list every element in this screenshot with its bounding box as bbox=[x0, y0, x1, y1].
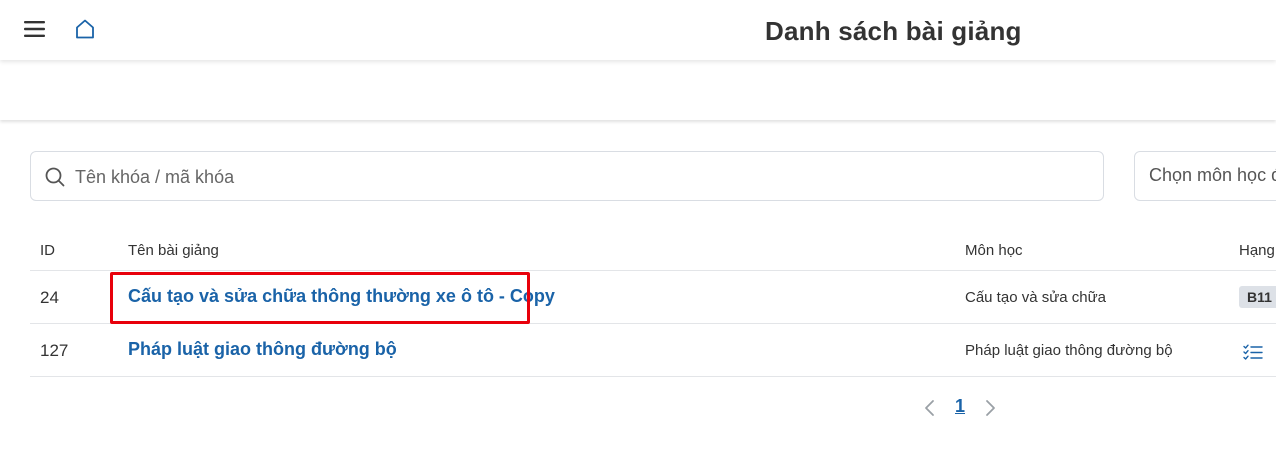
checklist-icon[interactable] bbox=[1243, 344, 1263, 360]
chevron-right-icon[interactable] bbox=[982, 398, 998, 418]
table-header: ID Tên bài giảng Môn học Hạng bbox=[30, 228, 1276, 271]
column-header-name: Tên bài giảng bbox=[128, 242, 219, 259]
search-input[interactable] bbox=[75, 164, 975, 190]
table-row: 24 Cấu tạo và sửa chữa thông thường xe ô… bbox=[30, 271, 1276, 324]
column-header-id: ID bbox=[40, 242, 55, 259]
column-header-rank: Hạng bbox=[1239, 242, 1275, 259]
row-subject: Cấu tạo và sửa chữa bbox=[965, 289, 1106, 306]
subject-select[interactable]: Chọn môn học đ bbox=[1134, 151, 1276, 201]
page-title: Danh sách bài giảng bbox=[765, 16, 1022, 46]
home-icon[interactable] bbox=[74, 18, 96, 40]
lecture-name-link[interactable]: Cấu tạo và sửa chữa thông thường xe ô tô… bbox=[128, 286, 555, 307]
table-row: 127 Pháp luật giao thông đường bộ Pháp l… bbox=[30, 324, 1276, 377]
top-bar: Danh sách bài giảng bbox=[0, 0, 1276, 60]
lecture-table: ID Tên bài giảng Môn học Hạng 24 Cấu tạo… bbox=[30, 228, 1276, 377]
search-box[interactable] bbox=[30, 151, 1104, 201]
hamburger-menu-icon[interactable] bbox=[24, 20, 46, 40]
rank-badge: B11 bbox=[1239, 286, 1276, 308]
subject-select-placeholder: Chọn môn học đ bbox=[1149, 165, 1276, 185]
toolbar-area bbox=[0, 60, 1276, 120]
search-icon bbox=[43, 165, 67, 189]
chevron-left-icon[interactable] bbox=[922, 398, 938, 418]
pagination: 1 bbox=[922, 394, 1002, 422]
row-subject: Pháp luật giao thông đường bộ bbox=[965, 342, 1173, 359]
page-number[interactable]: 1 bbox=[955, 396, 965, 417]
row-id: 127 bbox=[40, 341, 69, 360]
row-id: 24 bbox=[40, 288, 59, 307]
lecture-name-link[interactable]: Pháp luật giao thông đường bộ bbox=[128, 339, 397, 360]
column-header-subject: Môn học bbox=[965, 242, 1023, 259]
